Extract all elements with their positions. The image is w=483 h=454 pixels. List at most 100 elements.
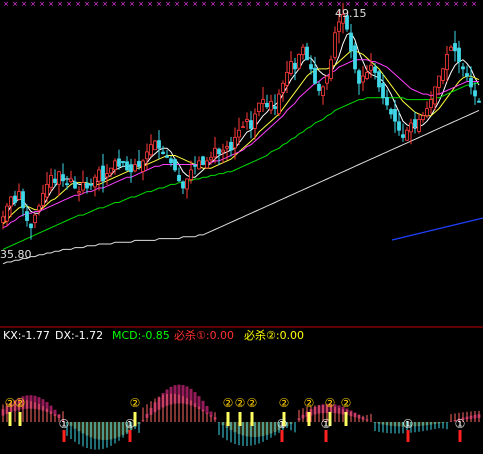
signal-one: ① bbox=[455, 417, 466, 431]
top-marker: × bbox=[282, 0, 288, 8]
candle-body bbox=[57, 171, 61, 185]
candle-body bbox=[477, 100, 481, 103]
candle-body bbox=[301, 46, 305, 55]
signal-two: ② bbox=[341, 396, 352, 410]
candle-body bbox=[121, 161, 125, 164]
candle-body bbox=[421, 115, 425, 120]
top-marker: × bbox=[318, 0, 324, 8]
candle-body bbox=[133, 164, 137, 172]
signal-two: ② bbox=[130, 396, 141, 410]
top-marker: × bbox=[111, 0, 117, 8]
top-marker: × bbox=[426, 0, 432, 8]
top-marker: × bbox=[228, 0, 234, 8]
candle-body bbox=[385, 97, 389, 106]
top-marker: × bbox=[219, 0, 225, 8]
top-marker: × bbox=[138, 0, 144, 8]
top-marker: × bbox=[66, 0, 72, 8]
signal-two: ② bbox=[15, 396, 26, 410]
candle-body bbox=[313, 67, 317, 84]
signal-two: ② bbox=[235, 396, 246, 410]
candle-body bbox=[13, 195, 17, 203]
high-price-label: 49.15 bbox=[335, 7, 367, 20]
candle-body bbox=[429, 99, 433, 109]
candle-body bbox=[265, 102, 269, 108]
candle-body bbox=[281, 82, 285, 93]
candle-body bbox=[425, 108, 429, 116]
signal-two-bar bbox=[238, 412, 242, 426]
signal-two-bar bbox=[18, 412, 22, 426]
signal-one: ① bbox=[321, 417, 332, 431]
top-marker: × bbox=[39, 0, 45, 8]
top-marker: × bbox=[372, 0, 378, 8]
top-marker: × bbox=[327, 0, 333, 8]
top-marker: × bbox=[264, 0, 270, 8]
candle-body bbox=[41, 193, 45, 206]
candle-body bbox=[397, 121, 401, 131]
candle-body bbox=[453, 43, 457, 52]
top-marker: × bbox=[300, 0, 306, 8]
signal-two-bar bbox=[344, 412, 348, 426]
candle-body bbox=[261, 99, 265, 104]
candle-body bbox=[469, 77, 473, 88]
candle-body bbox=[77, 191, 81, 194]
top-marker: × bbox=[129, 0, 135, 8]
candle-body bbox=[445, 54, 449, 70]
top-marker: × bbox=[147, 0, 153, 8]
candle-body bbox=[221, 149, 225, 153]
candle-body bbox=[305, 46, 309, 61]
candle-body bbox=[449, 46, 453, 51]
candle-body bbox=[85, 182, 89, 189]
top-marker: × bbox=[237, 0, 243, 8]
signal-one-bar bbox=[62, 430, 66, 442]
candle-body bbox=[125, 161, 129, 171]
signal-two: ② bbox=[247, 396, 258, 410]
low-price-label: 35.80 bbox=[0, 248, 32, 261]
candle-body bbox=[369, 64, 373, 71]
top-marker: × bbox=[120, 0, 126, 8]
top-marker: × bbox=[471, 0, 477, 8]
candle-body bbox=[81, 182, 85, 191]
candle-body bbox=[317, 83, 321, 91]
top-marker: × bbox=[408, 0, 414, 8]
signal-two: ② bbox=[304, 396, 315, 410]
signal-one: ① bbox=[403, 417, 414, 431]
top-marker: × bbox=[3, 0, 9, 8]
candle-body bbox=[349, 32, 353, 52]
candle-body bbox=[297, 54, 301, 69]
candle bbox=[353, 42, 357, 74]
candle-body bbox=[273, 106, 277, 109]
candle-body bbox=[49, 174, 53, 188]
candle-body bbox=[177, 174, 181, 182]
top-marker: × bbox=[84, 0, 90, 8]
signal-one: ① bbox=[277, 417, 288, 431]
candle-body bbox=[337, 21, 341, 32]
candle-body bbox=[245, 119, 249, 122]
candle-body bbox=[353, 45, 357, 70]
top-marker: × bbox=[255, 0, 261, 8]
candle-body bbox=[365, 72, 369, 79]
candle-body bbox=[37, 205, 41, 211]
candle-body bbox=[417, 119, 421, 132]
signal-one-bar bbox=[458, 430, 462, 442]
candle-body bbox=[289, 61, 293, 75]
signal-two-bar bbox=[8, 412, 12, 426]
candle-body bbox=[201, 156, 205, 165]
chart-background bbox=[0, 0, 483, 454]
top-marker: × bbox=[21, 0, 27, 8]
candle-body bbox=[69, 178, 73, 182]
top-marker: × bbox=[444, 0, 450, 8]
candle-body bbox=[141, 160, 145, 172]
top-marker: × bbox=[30, 0, 36, 8]
candle-body bbox=[249, 120, 253, 129]
candle bbox=[297, 53, 301, 71]
candle-body bbox=[73, 181, 77, 189]
candle-body bbox=[361, 75, 365, 83]
candle-body bbox=[373, 66, 377, 73]
top-marker: × bbox=[399, 0, 405, 8]
top-marker: × bbox=[309, 0, 315, 8]
candle-body bbox=[333, 32, 337, 58]
candle-body bbox=[89, 183, 93, 186]
area-segment bbox=[205, 405, 209, 414]
candle-body bbox=[113, 160, 117, 171]
candle-body bbox=[461, 66, 465, 70]
